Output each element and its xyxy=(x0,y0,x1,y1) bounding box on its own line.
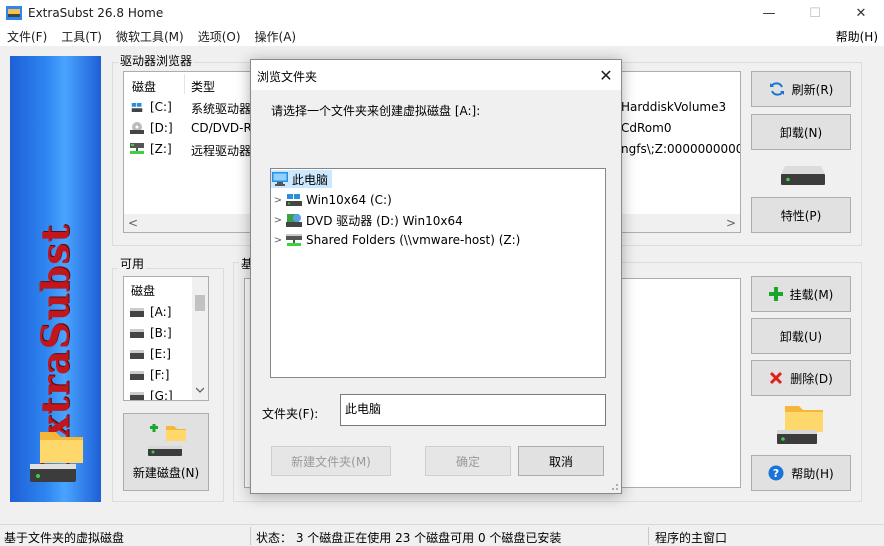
drive-type-cell: CD/DVD-R xyxy=(191,121,252,135)
drive-icon xyxy=(130,391,144,400)
browse-folder-dialog: 浏览文件夹 ✕ 请选择一个文件夹来创建虚拟磁盘 [A:]: 此电脑 > Win1… xyxy=(250,59,622,494)
status-middle: 状态： 3 个磁盘正在使用 23 个磁盘可用 0 个磁盘已安装 xyxy=(256,531,562,545)
status-right: 程序的主窗口 xyxy=(655,531,728,545)
menu-options[interactable]: 选项(O) xyxy=(191,28,248,45)
dvd-drive-icon xyxy=(130,122,144,134)
network-drive-icon xyxy=(130,143,144,154)
new-disk-icon xyxy=(148,423,186,456)
maximize-button[interactable]: ☐ xyxy=(792,0,838,26)
menu-actions[interactable]: 操作(A) xyxy=(248,28,304,45)
drive-type-cell: 远程驱动器 xyxy=(191,144,252,158)
app-icon xyxy=(6,6,22,20)
scroll-thumb[interactable] xyxy=(195,295,205,311)
dialog-title: 浏览文件夹 xyxy=(257,70,318,84)
available-item[interactable]: [F:] xyxy=(130,368,169,382)
expand-chevron-icon[interactable]: > xyxy=(271,215,285,226)
column-disk[interactable]: 磁盘 xyxy=(132,78,156,95)
hard-drive-icon xyxy=(781,166,825,185)
ok-button[interactable]: 确定 xyxy=(425,446,511,476)
folder-tree[interactable]: 此电脑 > Win10x64 (C:) > DVD 驱动器 (D:) Win10… xyxy=(270,168,606,378)
drive-icon xyxy=(130,349,144,359)
tree-node-drive-z[interactable]: > Shared Folders (\\vmware-host) (Z:) xyxy=(271,231,521,249)
resize-grip-icon[interactable] xyxy=(609,481,619,491)
network-drive-icon xyxy=(285,233,303,247)
svg-text:?: ? xyxy=(773,467,779,480)
tree-node-drive-c[interactable]: > Win10x64 (C:) xyxy=(271,191,392,209)
system-drive-icon xyxy=(285,193,303,207)
drive-target-cell: HarddiskVolume3 xyxy=(621,100,727,114)
available-list[interactable]: 磁盘 [A:] [B:] [E:] [F:] [G:] xyxy=(123,276,209,401)
drive-target-cell: CdRom0 xyxy=(621,121,672,135)
tree-node-this-pc[interactable]: 此电脑 xyxy=(271,170,333,188)
drive-target-cell: ngfs\;Z:000000000000 xyxy=(621,142,740,156)
drive-row[interactable]: [Z:] xyxy=(130,142,172,156)
brand-banner: ExtraSubst xyxy=(10,56,101,502)
dialog-title-bar: 浏览文件夹 ✕ xyxy=(251,60,621,90)
help-button[interactable]: ? 帮助(H) xyxy=(751,455,851,491)
folder-label: 文件夹(F): xyxy=(262,407,319,421)
vertical-scrollbar[interactable] xyxy=(192,277,208,400)
menu-bar: 文件(F) 工具(T) 微软工具(M) 选项(O) 操作(A) 帮助(H) xyxy=(0,26,884,46)
status-left: 基于文件夹的虚拟磁盘 xyxy=(4,531,125,545)
folder-input[interactable]: 此电脑 xyxy=(340,394,606,426)
available-item[interactable]: [E:] xyxy=(130,347,171,361)
menu-help[interactable]: 帮助(H) xyxy=(836,28,878,45)
drive-icon xyxy=(130,307,144,317)
column-type[interactable]: 类型 xyxy=(191,78,215,95)
drive-row[interactable]: [C:] xyxy=(130,100,172,114)
column-disk[interactable]: 磁盘 xyxy=(131,282,155,299)
folder-drive-icon xyxy=(777,406,823,444)
status-bar: 基于文件夹的虚拟磁盘 状态： 3 个磁盘正在使用 23 个磁盘可用 0 个磁盘已… xyxy=(0,524,884,546)
minimize-button[interactable]: — xyxy=(746,0,792,26)
available-label: 可用 xyxy=(118,255,147,272)
close-button[interactable]: ✕ xyxy=(838,0,884,26)
expand-chevron-icon[interactable]: > xyxy=(271,195,285,206)
mount-button[interactable]: 挂载(M) xyxy=(751,276,851,312)
menu-file[interactable]: 文件(F) xyxy=(0,28,54,45)
computer-icon xyxy=(271,172,289,186)
drive-icon xyxy=(130,370,144,380)
cancel-button[interactable]: 取消 xyxy=(518,446,604,476)
new-disk-button[interactable]: 新建磁盘(N) xyxy=(123,413,209,491)
new-folder-button[interactable]: 新建文件夹(M) xyxy=(271,446,391,476)
menu-ms-tools[interactable]: 微软工具(M) xyxy=(109,28,191,45)
refresh-icon xyxy=(769,81,785,97)
unmount-folder-button[interactable]: 卸载(U) xyxy=(751,318,851,354)
folder-drive-icon xyxy=(30,432,83,482)
delete-button[interactable]: 删除(D) xyxy=(751,360,851,396)
scroll-down-arrow-icon[interactable] xyxy=(196,387,204,393)
refresh-button[interactable]: 刷新(R) xyxy=(751,71,851,107)
scroll-left-arrow[interactable]: < xyxy=(128,216,138,230)
available-item[interactable]: [B:] xyxy=(130,326,172,340)
plus-icon xyxy=(768,287,783,301)
available-item[interactable]: [A:] xyxy=(130,305,171,319)
drive-icon xyxy=(130,328,144,338)
window-title: ExtraSubst 26.8 Home xyxy=(28,6,164,20)
expand-chevron-icon[interactable]: > xyxy=(271,235,285,246)
delete-x-icon xyxy=(769,371,783,385)
menu-tools[interactable]: 工具(T) xyxy=(54,28,109,45)
drive-row[interactable]: [D:] xyxy=(130,121,173,135)
drive-browser-label: 驱动器浏览器 xyxy=(118,52,195,69)
unmount-button[interactable]: 卸载(N) xyxy=(751,114,851,150)
dvd-drive-icon xyxy=(285,213,303,227)
properties-button[interactable]: 特性(P) xyxy=(751,197,851,233)
drive-type-cell: 系统驱动器 xyxy=(191,102,252,116)
dialog-close-button[interactable]: ✕ xyxy=(591,60,621,90)
tree-node-drive-d[interactable]: > DVD 驱动器 (D:) Win10x64 xyxy=(271,211,463,229)
help-icon: ? xyxy=(768,465,784,481)
scroll-right-arrow[interactable]: > xyxy=(726,216,736,230)
title-bar: ExtraSubst 26.8 Home — ☐ ✕ xyxy=(0,0,884,26)
available-item[interactable]: [G:] xyxy=(130,389,173,400)
system-drive-icon xyxy=(131,102,143,112)
dialog-prompt: 请选择一个文件夹来创建虚拟磁盘 [A:]: xyxy=(271,104,481,118)
